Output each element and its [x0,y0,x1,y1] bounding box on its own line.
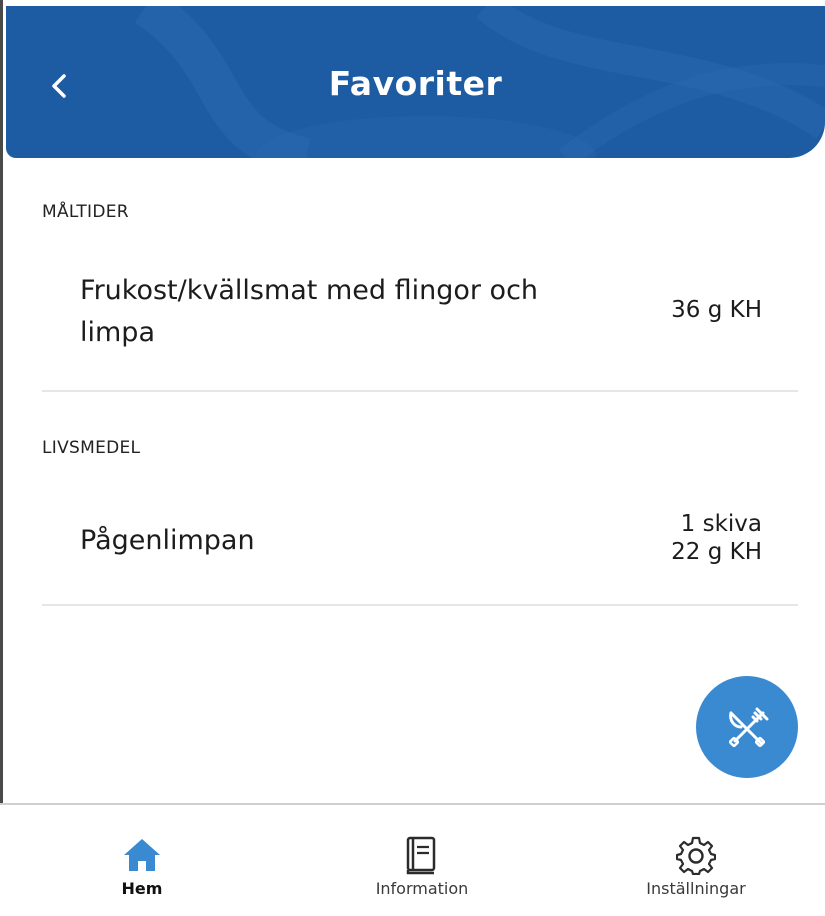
list-item-food[interactable]: Pågenlimpan 1 skiva 22 g KH [42,500,798,590]
home-icon [122,833,162,877]
nav-item-hem[interactable]: Hem [32,805,252,916]
book-icon [405,833,439,877]
list-item-value-line1: 36 g KH [671,297,762,323]
gear-icon [676,833,716,877]
list-item-value: 36 g KH [671,296,762,324]
section-label-maltider: MÅLTIDER [42,202,129,222]
list-item-meal[interactable]: Frukost/kvällsmat med flingor och limpa … [42,262,798,372]
list-item-name-line2: limpa [80,317,155,348]
divider [42,390,798,392]
divider [42,604,798,606]
list-item-value-line1: 1 skiva [680,511,762,537]
list-item-value-line2: 22 g KH [671,539,762,565]
nav-label-hem: Hem [121,879,163,898]
nav-item-installningar[interactable]: Inställningar [586,805,806,916]
list-item-name: Pågenlimpan [80,525,255,556]
list-item-value: 1 skiva 22 g KH [671,510,762,566]
nav-label-information: Information [375,879,469,898]
section-label-livsmedel: LIVSMEDEL [42,438,141,458]
list-item-name-line1: Frukost/kvällsmat med flingor och [80,275,539,306]
page-title: Favoriter [328,64,503,103]
cutlery-icon [728,707,769,748]
app-header: Favoriter [6,6,825,158]
left-border [0,0,3,914]
bottom-navigation: Hem Information Inställningar [0,803,825,916]
list-item-name: Frukost/kvällsmat med flingor och limpa [80,270,538,354]
add-meal-fab-button[interactable] [696,676,798,778]
nav-label-installningar: Inställningar [646,879,746,898]
nav-item-information[interactable]: Information [312,805,532,916]
